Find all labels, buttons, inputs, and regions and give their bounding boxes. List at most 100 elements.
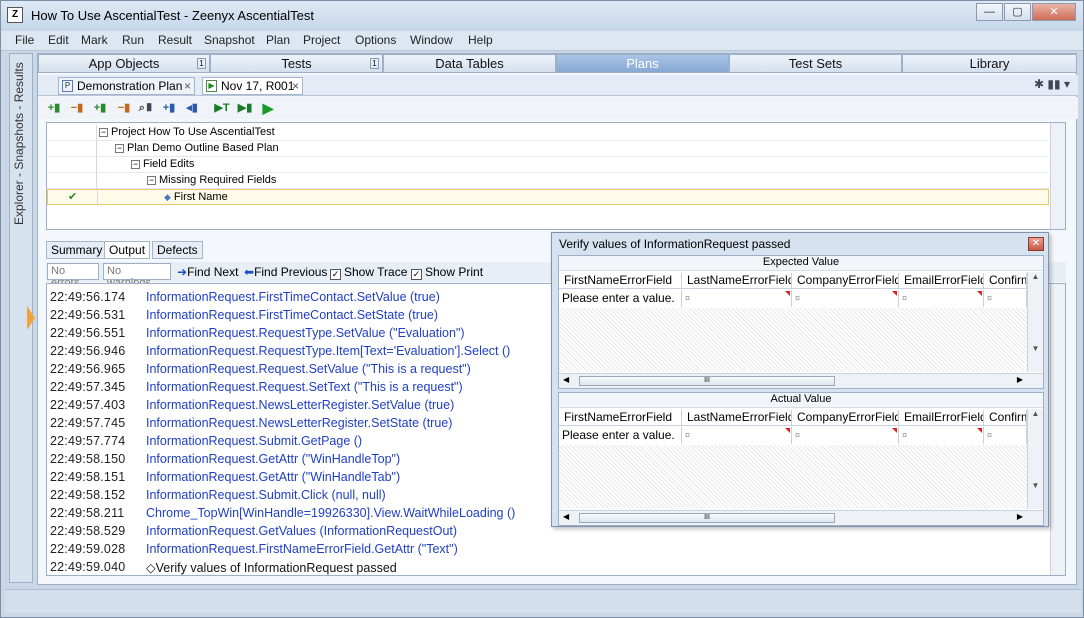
tab-app-objects[interactable]: App Objects 1 (38, 54, 210, 73)
outline-row[interactable]: − Field Edits (47, 157, 1049, 173)
grid-cell[interactable]: ¤ (682, 427, 792, 444)
outline-text: Missing Required Fields (159, 174, 277, 186)
collapse-icon[interactable]: − (131, 159, 140, 169)
grid-cell[interactable]: ¤ (984, 427, 1027, 444)
remove-child-icon[interactable]: −▮ (116, 100, 132, 116)
column-header[interactable]: CompanyErrorField (792, 273, 899, 289)
grid-cell[interactable]: ¤ (792, 290, 899, 307)
dialog-close-button[interactable]: ✕ (1028, 237, 1044, 251)
expected-hscroll[interactable]: ◀ III ▶ (559, 373, 1043, 388)
scroll-thumb[interactable]: III (579, 376, 835, 386)
run-test-icon[interactable]: ▶T (214, 100, 230, 116)
column-header[interactable]: FirstNameErrorField (559, 410, 682, 426)
find-next-button[interactable]: ➜Find Next (177, 265, 238, 279)
grid-cell[interactable]: ¤ (984, 290, 1027, 307)
outline-row[interactable]: − Project How To Use AscentialTest (47, 125, 1049, 141)
log-message: InformationRequest.FirstTimeContact.SetV… (146, 290, 440, 304)
menu-mark[interactable]: Mark (81, 33, 108, 47)
column-header[interactable]: CompanyErrorField (792, 410, 899, 426)
outdent-icon[interactable]: ◂▮ (184, 100, 200, 116)
log-scrollbar[interactable] (1050, 284, 1065, 575)
column-header[interactable]: FirstNameErrorField (559, 273, 682, 289)
collapse-icon[interactable]: − (115, 143, 124, 153)
grid-cell[interactable]: ¤ (899, 290, 984, 307)
doc-tab-demonstration-plan[interactable]: P Demonstration Plan × (58, 77, 195, 95)
log-row[interactable]: 22:49:59.040 ◇Verify values of Informatio… (47, 559, 1047, 575)
add-child-icon[interactable]: +▮ (92, 100, 108, 116)
tab-defects[interactable]: Defects (152, 241, 203, 259)
tab-plans[interactable]: Plans (556, 54, 729, 73)
arrow-right-icon: ➜ (177, 265, 188, 279)
tab-library[interactable]: Library (902, 54, 1077, 73)
tab-tests[interactable]: Tests 1 (210, 54, 383, 73)
title-bar: Z How To Use AscentialTest - Zeenyx Asce… (1, 1, 1083, 30)
row-cells (47, 141, 97, 157)
collapse-icon[interactable]: − (99, 127, 108, 137)
log-message: InformationRequest.FirstNameErrorField.G… (146, 542, 458, 556)
warnings-filter-field[interactable]: No warnings (103, 263, 171, 289)
menu-project[interactable]: Project (303, 33, 340, 47)
tab-summary[interactable]: Summary (46, 241, 108, 259)
tab-data-tables[interactable]: Data Tables (383, 54, 556, 73)
view-options-icon[interactable]: ✱ ▮▮ ▾ (1034, 77, 1070, 91)
actual-vscroll[interactable]: ▲ ▼ (1027, 409, 1043, 509)
run-all-icon[interactable]: ▶ (260, 100, 276, 116)
remove-item-icon[interactable]: −▮ (69, 100, 85, 116)
grid-cell[interactable]: ¤ (682, 290, 792, 307)
scroll-right-icon[interactable]: ▶ (1017, 512, 1023, 521)
indent-icon[interactable]: +▮ (161, 100, 177, 116)
sidebar-label[interactable]: Explorer - Snapshots - Results (12, 62, 26, 272)
close-tab-icon[interactable]: × (292, 78, 299, 94)
actual-hscroll[interactable]: ◀ III ▶ (559, 510, 1043, 525)
expected-vscroll[interactable]: ▲ ▼ (1027, 272, 1043, 372)
close-button[interactable]: ✕ (1032, 3, 1076, 21)
scroll-left-icon[interactable]: ◀ (563, 512, 569, 521)
tab-test-sets[interactable]: Test Sets (729, 54, 902, 73)
sidebar-expand-arrow-icon[interactable] (27, 306, 35, 330)
menu-options[interactable]: Options (355, 33, 396, 47)
tab-output[interactable]: Output (104, 241, 151, 259)
menu-file[interactable]: File (15, 33, 34, 47)
menu-snapshot[interactable]: Snapshot (204, 33, 255, 47)
add-item-icon[interactable]: +▮ (46, 100, 62, 116)
menu-run[interactable]: Run (122, 33, 144, 47)
menu-result[interactable]: Result (158, 33, 192, 47)
find-previous-button[interactable]: ⬅Find Previous (244, 265, 327, 279)
menu-plan[interactable]: Plan (266, 33, 290, 47)
column-header[interactable]: Confirm (984, 273, 1027, 289)
doc-tab-nov-17[interactable]: ▶ Nov 17, R001 × (202, 77, 303, 95)
run-selected-icon[interactable]: ▶▮ (237, 100, 253, 116)
minimize-button[interactable]: — (976, 3, 1003, 21)
menu-help[interactable]: Help (468, 33, 493, 47)
close-tab-icon[interactable]: × (184, 78, 191, 94)
scroll-thumb[interactable]: III (579, 513, 835, 523)
tab-label: Test Sets (788, 56, 843, 71)
row-cells (47, 157, 97, 173)
column-header[interactable]: EmailErrorField (899, 410, 984, 426)
menu-window[interactable]: Window (410, 33, 453, 47)
show-print-checkbox[interactable]: ✓ Show Print (411, 265, 483, 280)
column-header[interactable]: LastNameErrorField (682, 410, 792, 426)
column-header[interactable]: LastNameErrorField (682, 273, 792, 289)
collapse-icon[interactable]: − (147, 175, 156, 185)
outline-row[interactable]: − Plan Demo Outline Based Plan (47, 141, 1049, 157)
maximize-button[interactable]: ▢ (1004, 3, 1031, 21)
grid-cell[interactable]: ¤ (792, 427, 899, 444)
grid-cell[interactable]: ¤ (899, 427, 984, 444)
log-row[interactable]: 22:49:59.028 InformationRequest.FirstName… (47, 541, 1047, 559)
outline-scrollbar[interactable] (1050, 123, 1065, 229)
errors-filter-field[interactable]: No errors (47, 263, 99, 289)
column-header[interactable]: EmailErrorField (899, 273, 984, 289)
log-timestamp: 22:49:57.774 (50, 434, 126, 448)
scroll-left-icon[interactable]: ◀ (563, 375, 569, 384)
column-header[interactable]: Confirm (984, 410, 1027, 426)
outline-row[interactable]: − Missing Required Fields (47, 173, 1049, 189)
show-trace-checkbox[interactable]: ✓ Show Trace (330, 265, 407, 280)
outline-row-selected[interactable]: ✔ ◆ First Name (47, 189, 1049, 206)
grid-cell[interactable]: Please enter a value. (559, 427, 682, 444)
grid-cell[interactable]: Please enter a value. (559, 290, 682, 307)
scroll-right-icon[interactable]: ▶ (1017, 375, 1023, 384)
menu-edit[interactable]: Edit (48, 33, 69, 47)
find-icon[interactable]: ⌕▮ (138, 100, 154, 116)
log-message: InformationRequest.NewsLetterRegister.Se… (146, 398, 455, 412)
